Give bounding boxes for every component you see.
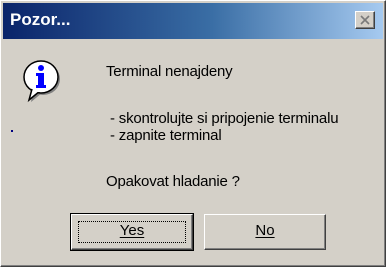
close-button[interactable] (355, 11, 375, 29)
stray-pixel (11, 130, 13, 132)
message-line-power: - zapnite terminal (110, 127, 222, 144)
info-icon (23, 60, 60, 103)
no-button-label: No (255, 222, 275, 239)
dialog-window: Pozor... Terminal nenajdeny - skontroluj… (0, 0, 386, 267)
no-button[interactable]: No (204, 214, 326, 250)
message-question: Opakovat hladanie ? (106, 173, 240, 190)
message-line-connection: - skontrolujte si pripojenie terminalu (110, 110, 339, 127)
message-title: Terminal nenajdeny (106, 63, 233, 80)
window-title: Pozor... (10, 10, 71, 29)
close-icon (360, 15, 370, 25)
yes-button[interactable]: Yes (70, 213, 194, 251)
yes-button-label: Yes (119, 222, 145, 239)
title-bar[interactable]: Pozor... (3, 3, 383, 39)
